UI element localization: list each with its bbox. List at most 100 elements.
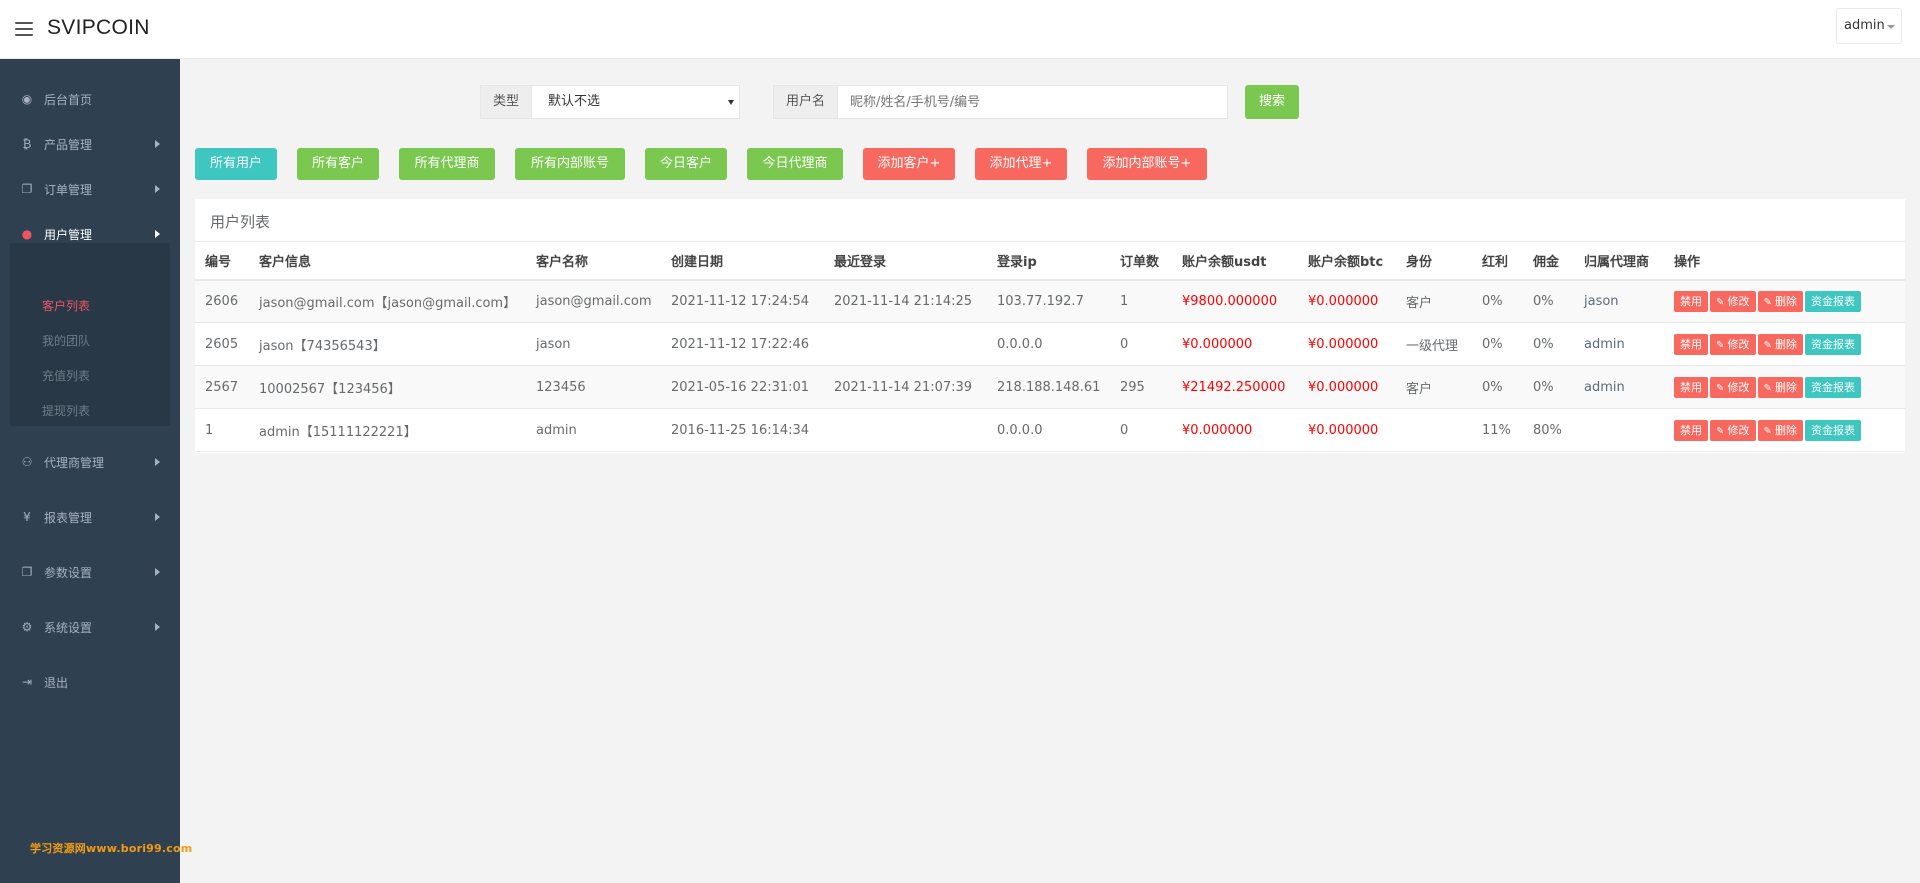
delete-label: 删除 (1775, 294, 1797, 308)
fund-report-button[interactable]: 资金报表 (1805, 419, 1861, 441)
all-internal-accounts-button[interactable]: 所有内部账号 (515, 148, 625, 180)
fund-report-button[interactable]: 资金报表 (1805, 290, 1861, 312)
disable-button[interactable]: 禁用 (1674, 333, 1708, 355)
edit-button[interactable]: ✎ 修改 (1710, 333, 1756, 355)
edit-button[interactable]: ✎ 修改 (1710, 376, 1756, 398)
delete-button[interactable]: ✎ 删除 (1757, 419, 1803, 441)
cell-orders: 0 (1110, 322, 1172, 366)
col-header: 创建日期 (661, 241, 824, 281)
cell-customer-name: jason (526, 322, 661, 366)
col-header: 归属代理商 (1574, 241, 1664, 281)
edit-button[interactable]: ✎ 修改 (1710, 290, 1756, 312)
sidebar-item-products[interactable]: ₿ 产品管理 (0, 124, 180, 164)
today-customers-button[interactable]: 今日客户 (645, 148, 727, 180)
yen-icon: ¥ (23, 510, 31, 524)
cell-orders: 1 (1110, 279, 1172, 323)
edit-label: 修改 (1727, 337, 1750, 351)
cell-customer-info: admin【15111122221】 (249, 408, 526, 452)
fund-report-button[interactable]: 资金报表 (1805, 376, 1861, 398)
disable-button[interactable]: 禁用 (1674, 290, 1708, 312)
chevron-right-icon (155, 458, 160, 466)
dashboard-icon: ◉ (21, 92, 33, 106)
user-table: 编号 客户信息 客户名称 创建日期 最近登录 登录ip 订单数 账户余额usdt… (195, 241, 1905, 452)
disable-button[interactable]: 禁用 (1674, 419, 1708, 441)
table-header-row: 编号 客户信息 客户名称 创建日期 最近登录 登录ip 订单数 账户余额usdt… (195, 241, 1905, 281)
type-filter: 类型 默认不选 (480, 85, 741, 119)
cell-operations: 禁用 ✎ 修改 ✎ 删除 资金报表 (1664, 322, 1905, 366)
chevron-right-icon (155, 230, 160, 238)
cell-last-login (824, 408, 987, 452)
delete-label: 删除 (1775, 423, 1797, 437)
submenu-recharge-list[interactable]: 充值列表 (42, 367, 90, 384)
cell-operations: 禁用 ✎ 修改 ✎ 删除 资金报表 (1664, 408, 1905, 452)
pencil-icon: ✎ (1716, 339, 1725, 351)
pencil-icon: ✎ (1763, 296, 1772, 308)
cell-bonus: 0% (1472, 365, 1523, 409)
delete-button[interactable]: ✎ 删除 (1757, 333, 1803, 355)
edit-label: 修改 (1727, 380, 1750, 394)
username-search-input[interactable] (838, 85, 1229, 119)
sidebar-item-system[interactable]: ⚙ 系统设置 (0, 607, 180, 647)
cell-role: 一级代理 (1396, 322, 1472, 366)
col-header: 客户名称 (526, 241, 661, 281)
sidebar-item-logout[interactable]: ⇥ 退出 (0, 662, 180, 702)
cell-id: 2605 (195, 322, 249, 366)
table-row: 2605 jason【74356543】 jason 2021-11-12 17… (195, 322, 1905, 366)
submenu-my-team[interactable]: 我的团队 (42, 332, 90, 349)
submenu-withdraw-list[interactable]: 提现列表 (42, 402, 90, 419)
user-list-panel: 用户列表 编号 客户信息 客户名称 创建日期 最近登录 登录ip 订单数 账户余… (195, 199, 1905, 453)
chevron-right-icon (155, 623, 160, 631)
edit-label: 修改 (1727, 294, 1750, 308)
sidebar-item-reports[interactable]: ¥ 报表管理 (0, 497, 180, 537)
cell-created: 2021-11-12 17:22:46 (661, 322, 824, 366)
cell-customer-info: jason@gmail.com【jason@gmail.com】 (249, 279, 526, 323)
cell-balance-btc: ¥0.000000 (1298, 365, 1396, 409)
fund-report-button[interactable]: 资金报表 (1805, 333, 1861, 355)
add-internal-account-button[interactable]: 添加内部账号+ (1087, 148, 1207, 180)
sidebar-item-label: 系统设置 (44, 621, 93, 635)
all-users-button[interactable]: 所有用户 (195, 148, 277, 180)
menu-toggle-icon[interactable] (15, 22, 33, 36)
delete-button[interactable]: ✎ 删除 (1757, 290, 1803, 312)
chevron-right-icon (155, 513, 160, 521)
watermark-text: 学习资源网www.bori99.com (30, 842, 193, 855)
all-customers-button[interactable]: 所有客户 (297, 148, 379, 180)
table-row: 1 admin【15111122221】 admin 2016-11-25 16… (195, 408, 1905, 452)
cell-operations: 禁用 ✎ 修改 ✎ 删除 资金报表 (1664, 365, 1905, 409)
user-dropdown[interactable]: admin (1836, 8, 1902, 44)
today-agents-button[interactable]: 今日代理商 (747, 148, 843, 180)
cell-login-ip: 0.0.0.0 (987, 408, 1110, 452)
search-button[interactable]: 搜索 (1245, 85, 1299, 119)
all-agents-button[interactable]: 所有代理商 (399, 148, 495, 180)
sidebar-item-orders[interactable]: ❐ 订单管理 (0, 169, 180, 209)
table-row: 2567 10002567【123456】 123456 2021-05-16 … (195, 365, 1905, 409)
cell-bonus: 0% (1472, 279, 1523, 323)
sidebar-item-users[interactable]: ● 用户管理 (0, 214, 180, 254)
sidebar-item-params[interactable]: ❐ 参数设置 (0, 552, 180, 592)
cell-customer-name: jason@gmail.com (526, 279, 661, 323)
cell-login-ip: 103.77.192.7 (987, 279, 1110, 323)
cell-balance-btc: ¥0.000000 (1298, 408, 1396, 452)
sidebar-item-home[interactable]: ◉ 后台首页 (0, 79, 180, 119)
sidebar-item-label: 报表管理 (44, 511, 93, 525)
select-arrow-icon (728, 100, 735, 105)
type-select[interactable]: 默认不选 (532, 85, 741, 119)
cell-agent: admin (1574, 322, 1664, 366)
pencil-icon: ✎ (1716, 425, 1725, 437)
edit-button[interactable]: ✎ 修改 (1710, 419, 1756, 441)
submenu-customer-list[interactable]: 客户列表 (42, 297, 90, 314)
add-agent-button[interactable]: 添加代理+ (975, 148, 1067, 180)
chevron-right-icon (155, 140, 160, 148)
cell-commission: 80% (1523, 408, 1574, 452)
cell-commission: 0% (1523, 322, 1574, 366)
panel-title: 用户列表 (210, 213, 271, 231)
col-header: 账户余额usdt (1172, 241, 1298, 281)
disable-button[interactable]: 禁用 (1674, 376, 1708, 398)
sign-out-icon: ⇥ (21, 675, 33, 689)
add-customer-button[interactable]: 添加客户+ (863, 148, 955, 180)
username-filter: 用户名 (773, 85, 1229, 119)
cell-login-ip: 218.188.148.61 (987, 365, 1110, 409)
sidebar-item-agents[interactable]: ⚇ 代理商管理 (0, 442, 180, 482)
delete-button[interactable]: ✎ 删除 (1757, 376, 1803, 398)
cell-balance-usdt: ¥0.000000 (1172, 408, 1298, 452)
